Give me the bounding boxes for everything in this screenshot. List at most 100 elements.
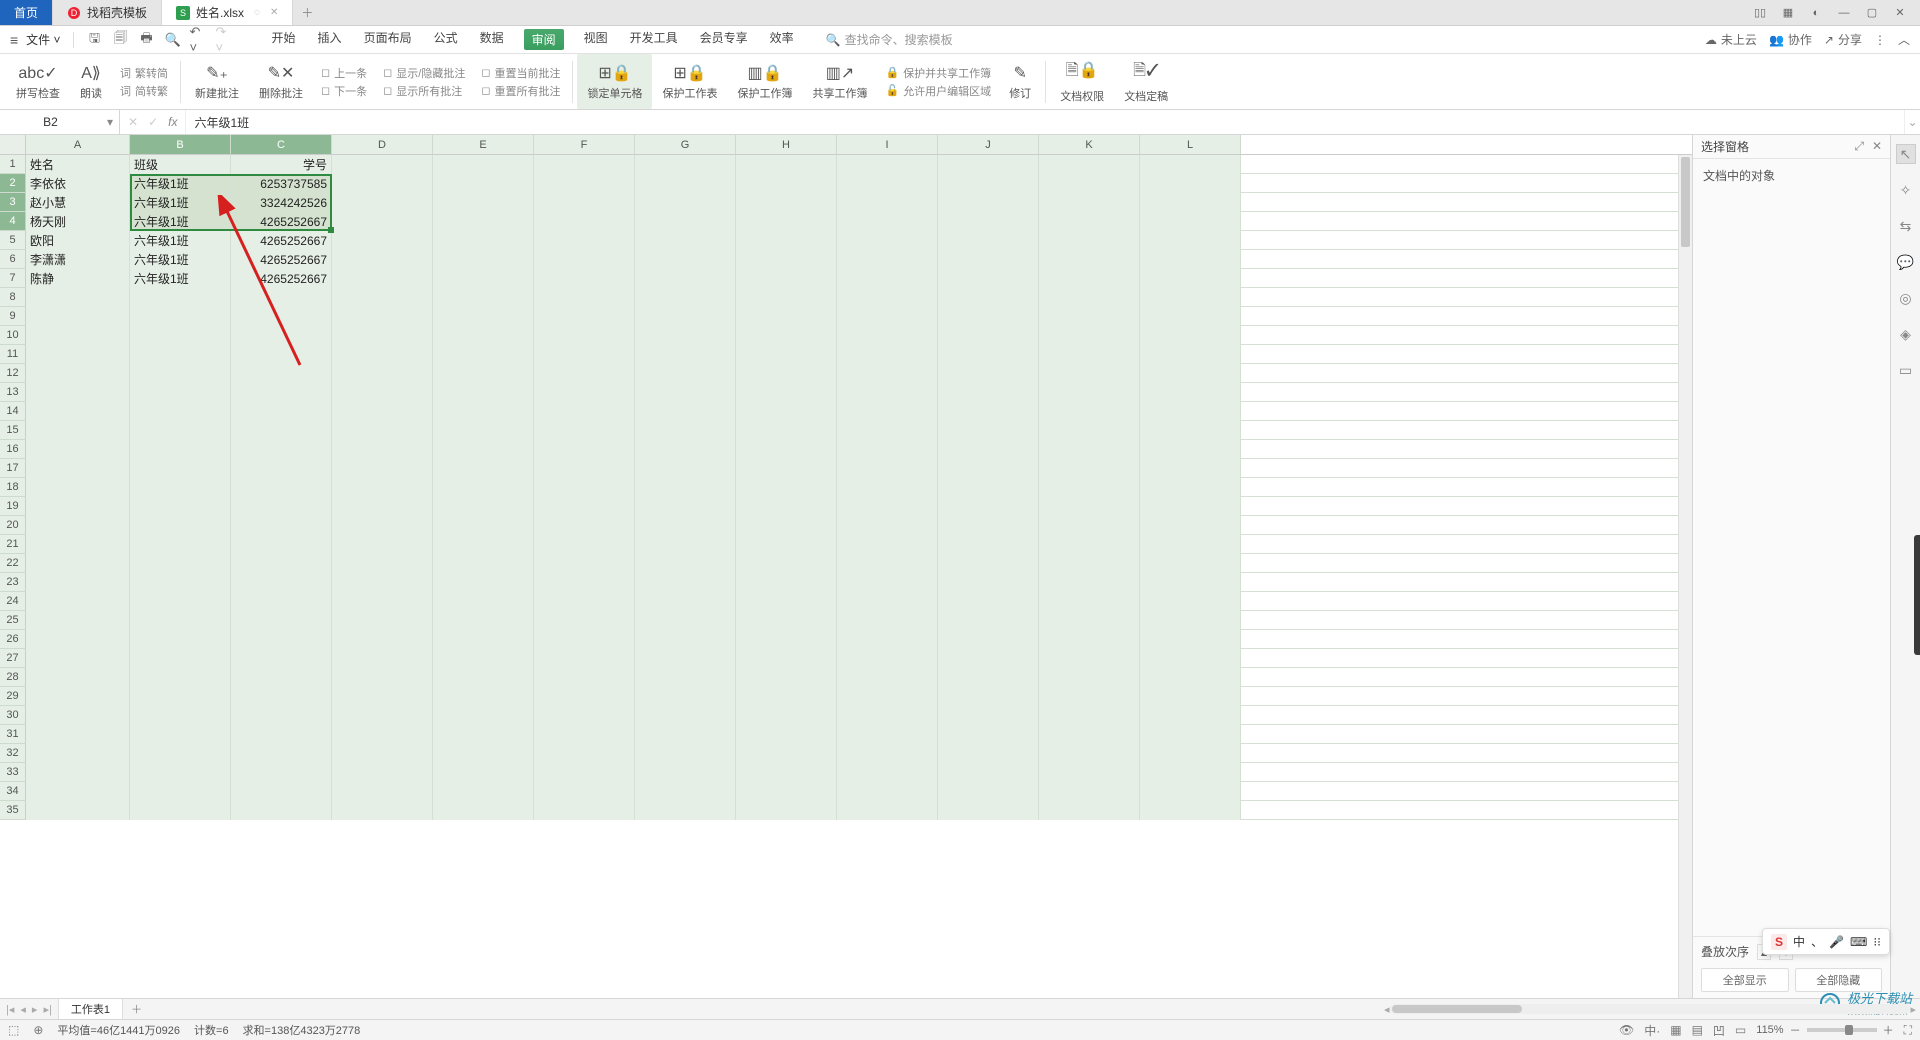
cell[interactable] — [837, 554, 938, 573]
cell[interactable]: 4265252667 — [231, 231, 332, 250]
ribbon-protectshare[interactable]: 🔒保护并共享工作簿 — [885, 65, 991, 81]
cell[interactable] — [332, 630, 433, 649]
cell[interactable] — [837, 744, 938, 763]
ribbon-docsign[interactable]: 🗎✓文档定稿 — [1114, 54, 1178, 109]
command-search[interactable]: 🔍 查找命令、搜索模板 — [826, 31, 953, 48]
formula-expand-icon[interactable]: ⌄ — [1904, 110, 1920, 134]
cell[interactable] — [1039, 421, 1140, 440]
cell[interactable] — [837, 782, 938, 801]
cell[interactable] — [1039, 573, 1140, 592]
ribbon-revise[interactable]: ✎修订 — [999, 54, 1041, 109]
cell[interactable] — [130, 364, 231, 383]
cell[interactable] — [332, 478, 433, 497]
scrollbar-thumb[interactable] — [1681, 157, 1690, 247]
view-break-icon[interactable]: 凹 — [1713, 1022, 1725, 1039]
cell[interactable] — [433, 478, 534, 497]
cell[interactable] — [1140, 611, 1241, 630]
cell[interactable] — [837, 402, 938, 421]
cell[interactable] — [938, 193, 1039, 212]
share-button[interactable]: ↗分享 — [1824, 31, 1862, 48]
cell[interactable] — [938, 288, 1039, 307]
cell[interactable] — [837, 231, 938, 250]
tab-review[interactable]: 审阅 — [524, 29, 564, 50]
row-header-14[interactable]: 14 — [0, 402, 26, 421]
cell[interactable] — [534, 687, 635, 706]
row-header-34[interactable]: 34 — [0, 782, 26, 801]
cell[interactable] — [938, 440, 1039, 459]
cell[interactable] — [938, 668, 1039, 687]
cell[interactable] — [1039, 307, 1140, 326]
cell[interactable] — [26, 763, 130, 782]
cell[interactable] — [1039, 155, 1140, 174]
cell[interactable] — [130, 383, 231, 402]
cell[interactable] — [231, 630, 332, 649]
cell[interactable] — [1039, 212, 1140, 231]
cell[interactable] — [736, 383, 837, 402]
cell[interactable] — [433, 326, 534, 345]
cell[interactable] — [433, 174, 534, 193]
cell[interactable] — [736, 421, 837, 440]
cell[interactable] — [534, 364, 635, 383]
cell[interactable] — [736, 535, 837, 554]
cell[interactable] — [837, 573, 938, 592]
cell[interactable] — [1140, 687, 1241, 706]
tab-dev[interactable]: 开发工具 — [628, 29, 680, 50]
cell[interactable] — [433, 516, 534, 535]
sheet-first-icon[interactable]: |◂ — [6, 1003, 14, 1016]
cell[interactable] — [736, 611, 837, 630]
cell[interactable] — [1140, 535, 1241, 554]
cell[interactable] — [26, 554, 130, 573]
cell[interactable] — [1140, 288, 1241, 307]
cell[interactable] — [433, 687, 534, 706]
cell[interactable] — [938, 801, 1039, 820]
cell[interactable] — [736, 231, 837, 250]
row-header-29[interactable]: 29 — [0, 687, 26, 706]
cell[interactable] — [635, 459, 736, 478]
cell[interactable] — [534, 269, 635, 288]
cell[interactable] — [130, 592, 231, 611]
cell[interactable] — [736, 212, 837, 231]
cell[interactable]: 4265252667 — [231, 269, 332, 288]
cell[interactable] — [635, 497, 736, 516]
cell[interactable] — [534, 782, 635, 801]
cell[interactable] — [433, 592, 534, 611]
cell[interactable] — [1039, 193, 1140, 212]
cell[interactable] — [1140, 155, 1241, 174]
cell[interactable] — [433, 307, 534, 326]
cell[interactable] — [1039, 231, 1140, 250]
cell[interactable] — [736, 687, 837, 706]
cell[interactable] — [130, 535, 231, 554]
cell[interactable] — [1140, 801, 1241, 820]
cell[interactable] — [534, 288, 635, 307]
cell[interactable] — [231, 725, 332, 744]
cell[interactable] — [736, 269, 837, 288]
cell[interactable] — [534, 535, 635, 554]
show-all-button[interactable]: 全部显示 — [1701, 968, 1789, 992]
cell[interactable] — [534, 573, 635, 592]
cell[interactable] — [635, 630, 736, 649]
cell[interactable] — [736, 364, 837, 383]
cell[interactable] — [433, 269, 534, 288]
preview-icon[interactable]: 🔍 — [164, 31, 182, 49]
hamburger-icon[interactable]: ≡ — [10, 32, 18, 48]
cell[interactable]: 4265252667 — [231, 250, 332, 269]
row-header-18[interactable]: 18 — [0, 478, 26, 497]
cell[interactable] — [130, 725, 231, 744]
zoom-value[interactable]: 115% — [1756, 1024, 1783, 1036]
cell[interactable] — [332, 573, 433, 592]
cell[interactable] — [231, 668, 332, 687]
cell[interactable] — [130, 421, 231, 440]
cell[interactable] — [736, 250, 837, 269]
cell[interactable] — [534, 706, 635, 725]
cell[interactable] — [1039, 497, 1140, 516]
cell[interactable] — [635, 193, 736, 212]
cell[interactable] — [534, 155, 635, 174]
cell[interactable] — [1140, 725, 1241, 744]
cell[interactable] — [1039, 706, 1140, 725]
cell[interactable] — [1140, 782, 1241, 801]
cell[interactable] — [837, 592, 938, 611]
col-header-B[interactable]: B — [130, 135, 231, 154]
cell[interactable] — [433, 535, 534, 554]
cell[interactable] — [534, 725, 635, 744]
cell[interactable] — [938, 611, 1039, 630]
